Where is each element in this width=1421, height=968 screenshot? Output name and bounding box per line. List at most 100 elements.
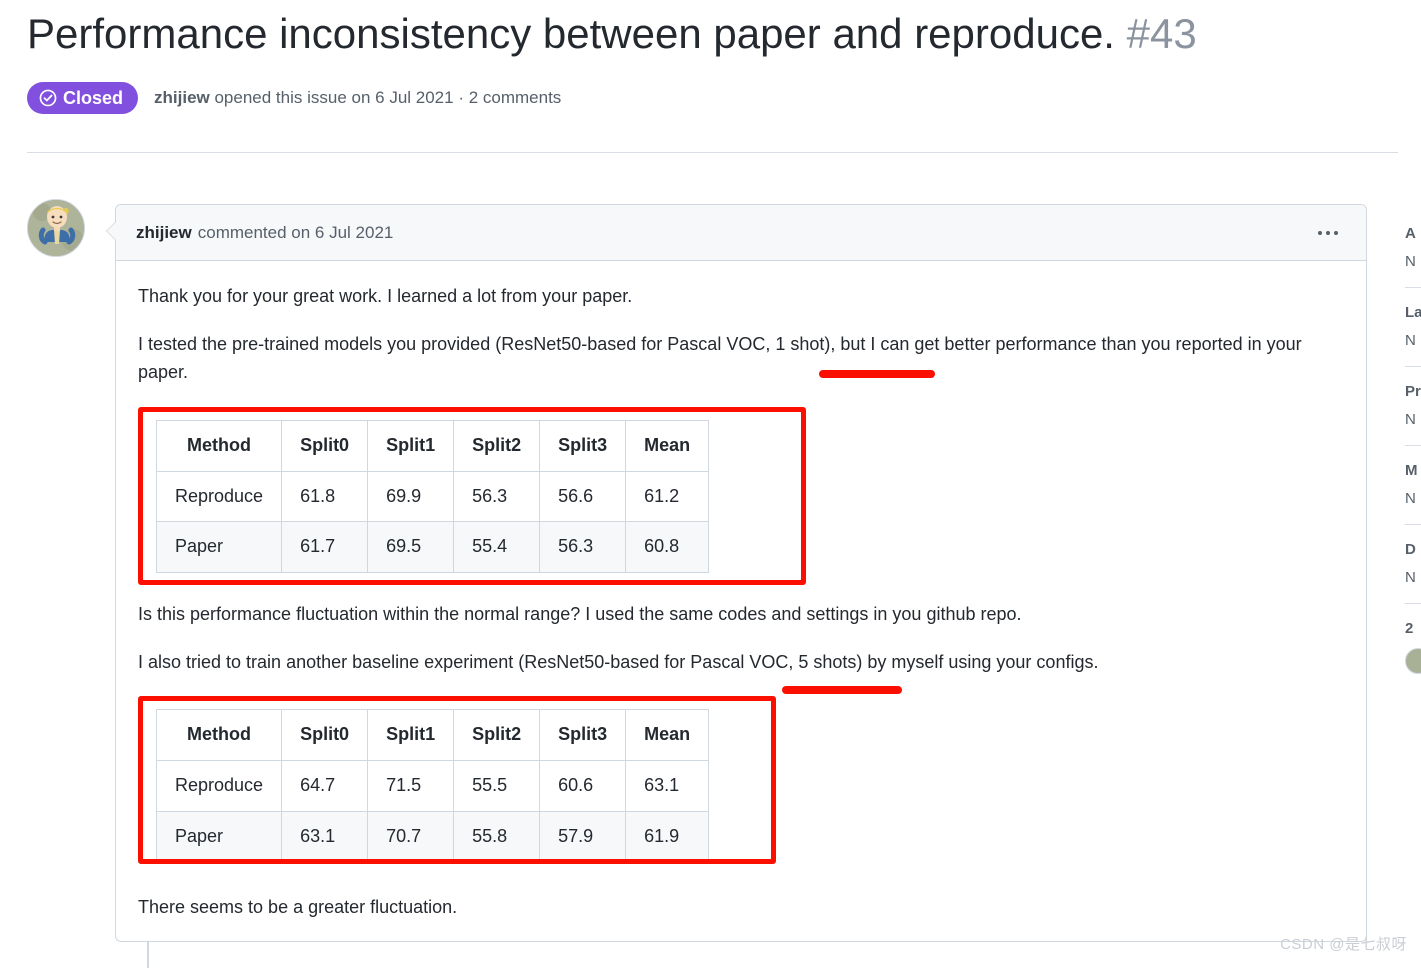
sidebar-block-projects[interactable]: Pr N xyxy=(1405,383,1421,429)
table-cell: Paper xyxy=(155,521,283,574)
table-cell: 61.2 xyxy=(625,470,710,523)
table-header-cell: Mean xyxy=(625,709,710,762)
issue-sidebar: A N La N Pr N M N D N 2 xyxy=(1405,225,1421,674)
sidebar-block-labels[interactable]: La N xyxy=(1405,304,1421,350)
table-body: Reproduce 61.8 69.9 56.3 56.6 61.2 Paper 61.7 69… xyxy=(155,470,710,574)
sidebar-development-value: N xyxy=(1405,569,1416,586)
comment-arrow xyxy=(107,222,116,240)
results-table-1-shot: Method Split0 Split1 Split2 Split3 Mean Repro… xyxy=(155,419,710,574)
issue-page: Performance inconsistency between paper … xyxy=(0,0,1421,968)
header-divider xyxy=(27,152,1398,153)
issue-title-text: Performance inconsistency between paper … xyxy=(27,10,1115,57)
check-circle-icon xyxy=(39,89,57,107)
table-cell: 64.7 xyxy=(281,760,369,813)
comment-paragraph-1: Thank you for your great work. I learned… xyxy=(138,286,633,306)
table-wrapper-1: Method Split0 Split1 Split2 Split3 Mean Repro… xyxy=(138,406,1344,585)
sidebar-labels-title: La xyxy=(1405,304,1421,321)
table-header-cell: Method xyxy=(155,419,283,472)
table-header-cell: Split2 xyxy=(453,419,541,472)
table-cell: 56.6 xyxy=(539,470,627,523)
sidebar-labels-value: N xyxy=(1405,332,1416,349)
table-cell: 56.3 xyxy=(453,470,541,523)
table-header-row: Method Split0 Split1 Split2 Split3 Mean xyxy=(155,419,710,472)
table-body: Reproduce 64.7 71.5 55.5 60.6 63.1 Paper 63.1 70… xyxy=(155,760,710,864)
table-cell: 63.1 xyxy=(281,811,369,864)
comment-box: zhijiew commented on 6 Jul 2021 Thank yo… xyxy=(115,204,1367,942)
results-table-5-shots: Method Split0 Split1 Split2 Split3 Mean Repro… xyxy=(155,709,710,864)
sidebar-projects-value: N xyxy=(1405,411,1416,428)
sidebar-block-development[interactable]: D N xyxy=(1405,541,1421,587)
table-cell: 71.5 xyxy=(367,760,455,813)
kebab-horizontal-icon[interactable] xyxy=(1312,225,1344,241)
issue-byline: zhijiew opened this issue on 6 Jul 2021 … xyxy=(154,88,561,108)
table-head: Method Split0 Split1 Split2 Split3 Mean xyxy=(155,419,710,472)
sidebar-assignees-value: N xyxy=(1405,253,1416,270)
table-cell: 69.5 xyxy=(367,521,455,574)
comment-paragraph-4: I also tried to train another baseline e… xyxy=(138,651,1099,672)
table-cell: 55.8 xyxy=(453,811,541,864)
table-cell: 70.7 xyxy=(367,811,455,864)
table-cell: Paper xyxy=(155,811,283,864)
sidebar-participants-count: 2 xyxy=(1405,620,1414,637)
sidebar-milestone-value: N xyxy=(1405,490,1416,507)
issue-number: #43 xyxy=(1126,10,1197,57)
comment-paragraph-3: Is this performance fluctuation within t… xyxy=(138,603,1022,624)
table-row: Paper 61.7 69.5 55.4 56.3 60.8 xyxy=(155,521,710,574)
table-header-row: Method Split0 Split1 Split2 Split3 Mean xyxy=(155,709,710,762)
table-header-cell: Method xyxy=(155,709,283,762)
sidebar-block-milestone[interactable]: M N xyxy=(1405,462,1421,508)
table-cell: 55.4 xyxy=(453,521,541,574)
table-cell: 63.1 xyxy=(625,760,710,813)
status-badge[interactable]: Closed xyxy=(27,82,139,114)
table-row: Paper 63.1 70.7 55.8 57.9 61.9 xyxy=(155,811,710,864)
sidebar-divider xyxy=(1405,603,1421,604)
comment-header: zhijiew commented on 6 Jul 2021 xyxy=(116,205,1366,261)
table-row: Reproduce 61.8 69.9 56.3 56.6 61.2 xyxy=(155,470,710,523)
sidebar-block-assignees[interactable]: A N xyxy=(1405,225,1421,271)
table-header-cell: Split2 xyxy=(453,709,541,762)
avatar[interactable] xyxy=(27,199,85,257)
table-header-cell: Split3 xyxy=(539,709,627,762)
table-row: Reproduce 64.7 71.5 55.5 60.6 63.1 xyxy=(155,760,710,813)
sidebar-divider xyxy=(1405,445,1421,446)
issue-author-link[interactable]: zhijiew xyxy=(154,88,210,107)
comment-paragraph-5: There seems to be a greater fluctuation. xyxy=(138,897,458,918)
comment-paragraph-2: I tested the pre-trained models you prov… xyxy=(138,333,1302,382)
sidebar-divider xyxy=(1405,524,1421,525)
table-cell: 57.9 xyxy=(539,811,627,864)
sidebar-divider xyxy=(1405,366,1421,367)
table-cell: 60.6 xyxy=(539,760,627,813)
table-cell: 55.5 xyxy=(453,760,541,813)
table-header-cell: Mean xyxy=(625,419,710,472)
table-cell: 69.9 xyxy=(367,470,455,523)
table-header-cell: Split0 xyxy=(281,709,369,762)
watermark: CSDN @是七叔呀 xyxy=(1280,936,1407,953)
issue-meta-row: Closed zhijiew opened this issue on 6 Ju… xyxy=(27,82,561,114)
comment-body: Thank you for your great work. I learned… xyxy=(116,261,1366,922)
status-badge-label: Closed xyxy=(63,88,124,108)
comment-timestamp[interactable]: commented on 6 Jul 2021 xyxy=(198,223,394,243)
table-cell: Reproduce xyxy=(155,470,283,523)
user-avatar-vaultboy-icon xyxy=(28,200,84,256)
issue-byline-rest: opened this issue on 6 Jul 2021 · 2 comm… xyxy=(209,88,562,107)
sidebar-development-title: D xyxy=(1405,541,1416,558)
page-title: Performance inconsistency between paper … xyxy=(27,8,1367,61)
table-header-cell: Split3 xyxy=(539,419,627,472)
sidebar-participant-avatar[interactable] xyxy=(1405,648,1421,674)
table-cell: 61.7 xyxy=(281,521,369,574)
table-head: Method Split0 Split1 Split2 Split3 Mean xyxy=(155,709,710,762)
issue-header: Performance inconsistency between paper … xyxy=(27,8,1367,61)
table-cell: 56.3 xyxy=(539,521,627,574)
table-wrapper-2: Method Split0 Split1 Split2 Split3 Mean Repro… xyxy=(138,696,1344,868)
table-cell: Reproduce xyxy=(155,760,283,813)
table-cell: 60.8 xyxy=(625,521,710,574)
comment-author-link[interactable]: zhijiew xyxy=(136,223,192,243)
table-header-cell: Split1 xyxy=(367,709,455,762)
table-header-cell: Split0 xyxy=(281,419,369,472)
sidebar-block-participants: 2 xyxy=(1405,620,1421,674)
sidebar-divider xyxy=(1405,287,1421,288)
sidebar-assignees-title: A xyxy=(1405,225,1416,242)
sidebar-milestone-title: M xyxy=(1405,462,1418,479)
table-header-cell: Split1 xyxy=(367,419,455,472)
table-cell: 61.8 xyxy=(281,470,369,523)
